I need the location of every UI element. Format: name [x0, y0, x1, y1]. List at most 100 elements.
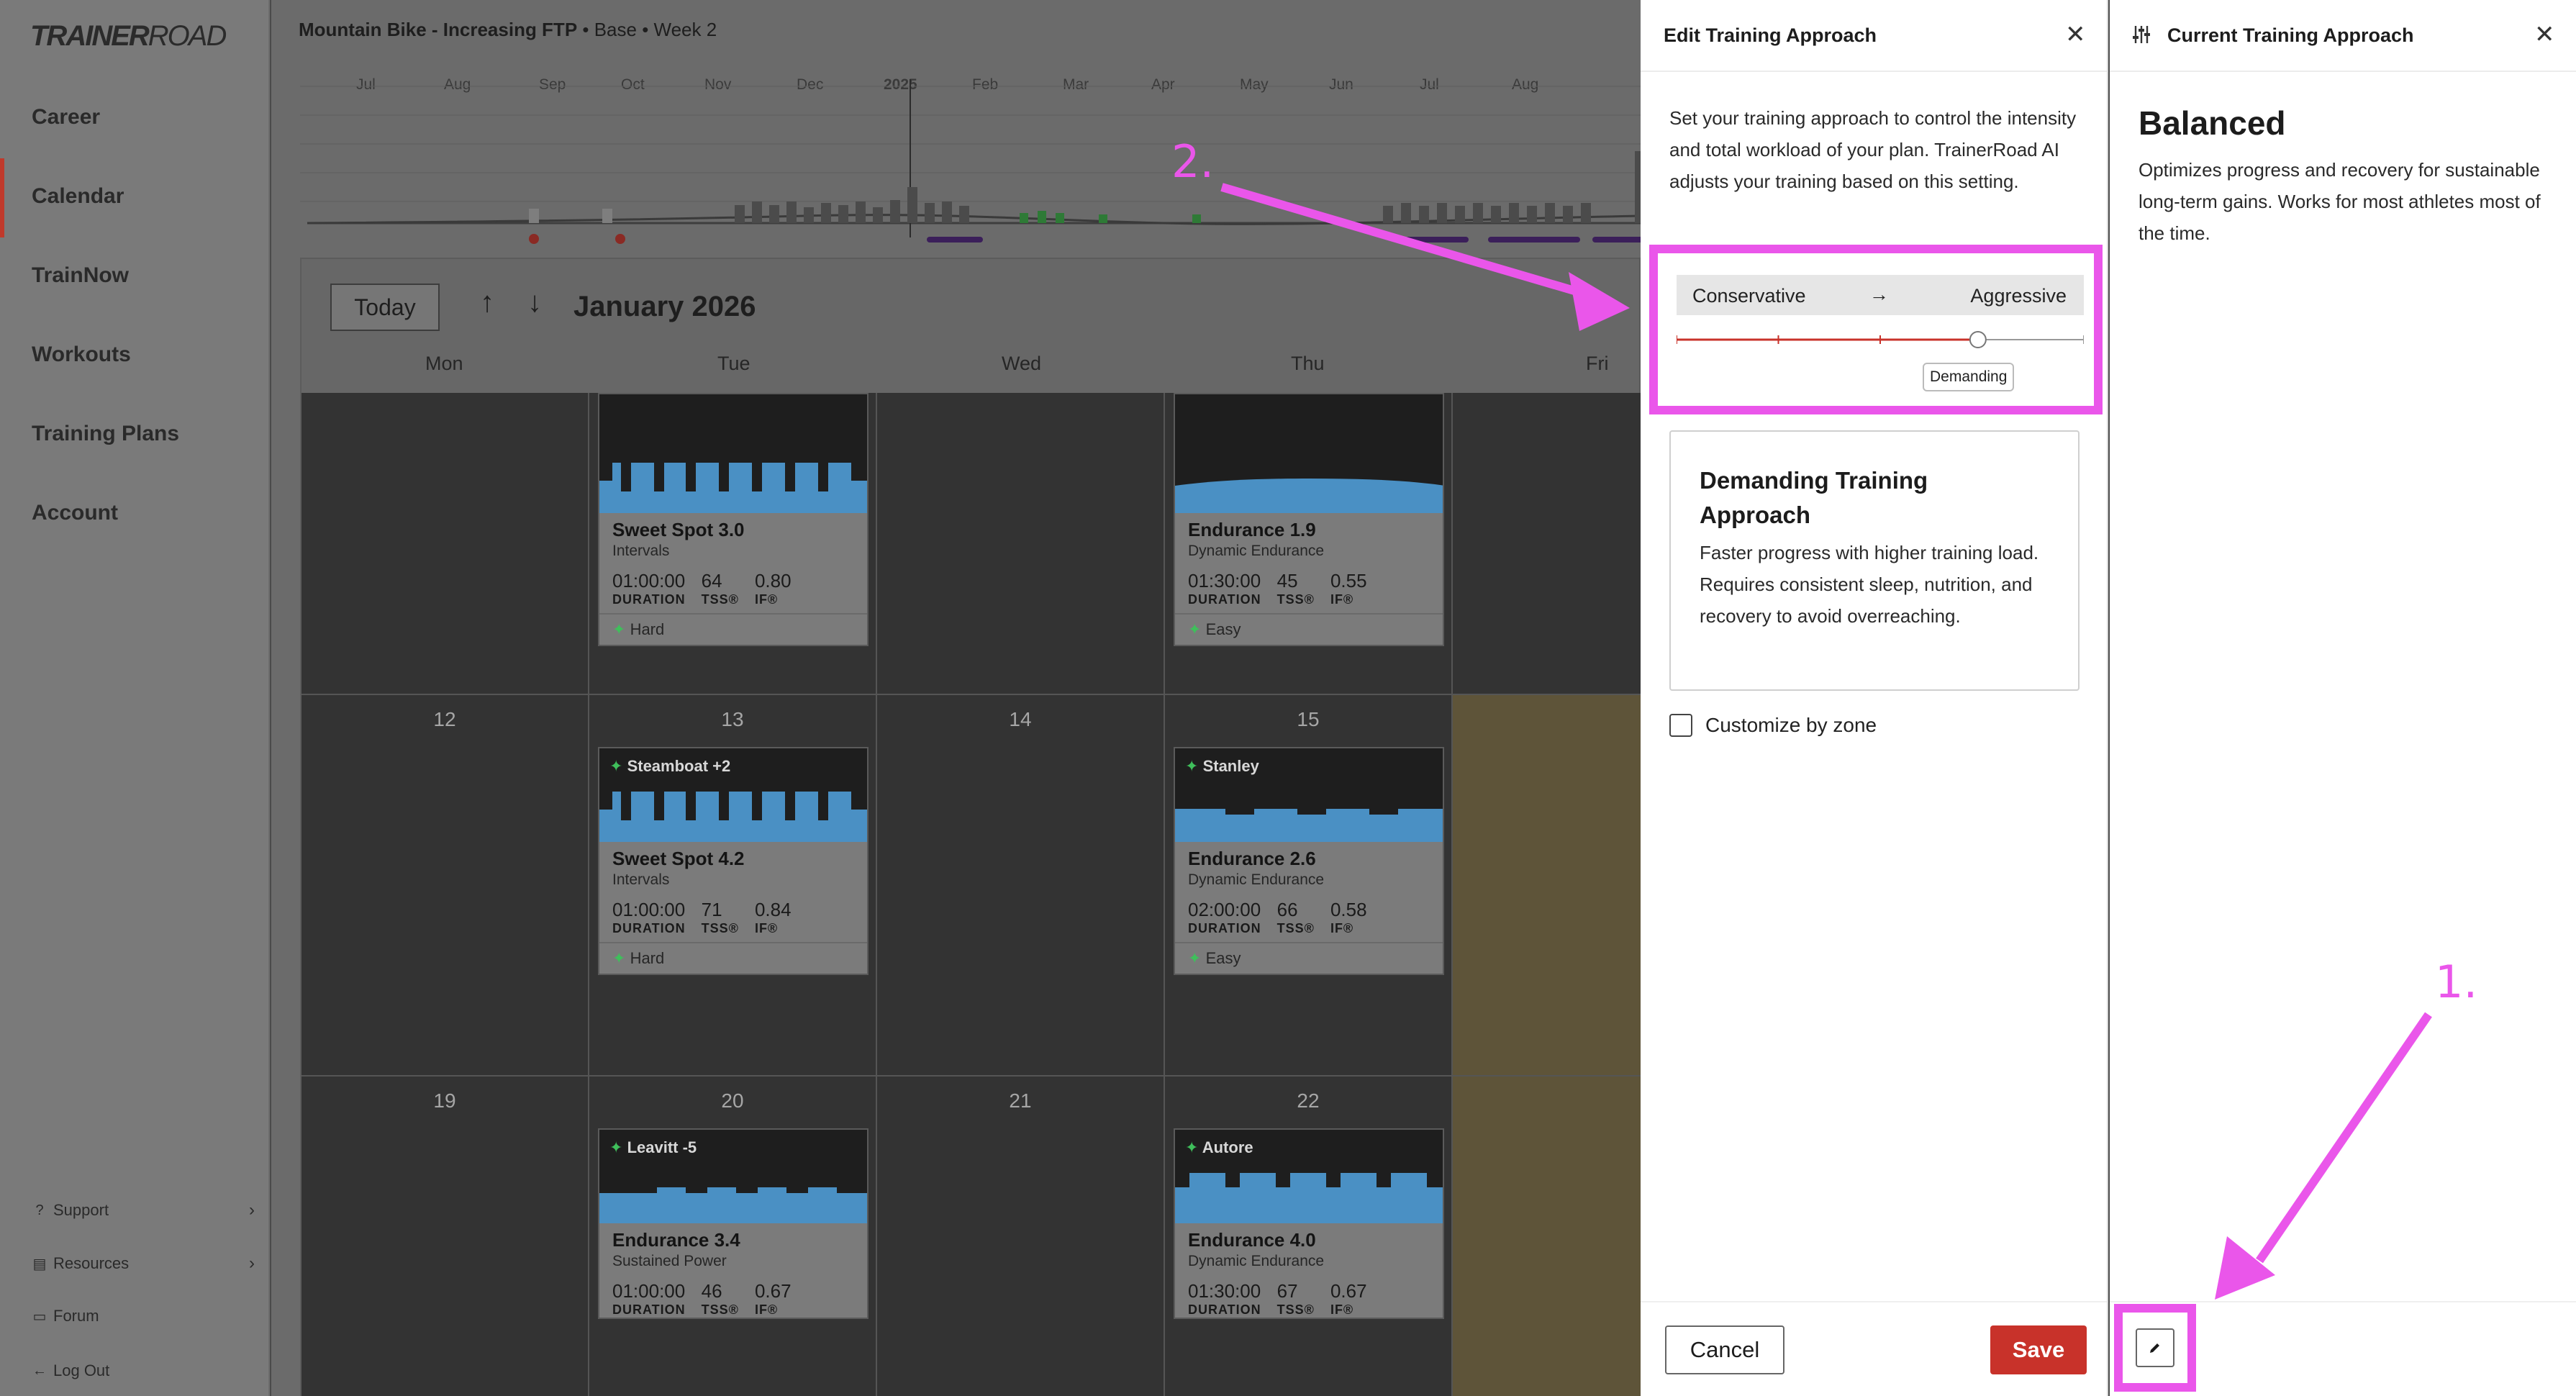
- sidebar-resources[interactable]: ▤ Resources ›: [32, 1254, 255, 1274]
- workout-profile-graph: ✦ Stanley: [1175, 748, 1443, 842]
- workout-card[interactable]: ✦ Leavitt -5 Endurance 3.4 Sustained Pow…: [598, 1128, 869, 1319]
- training-timeline[interactable]: [300, 72, 1641, 252]
- day-cell[interactable]: 12: [301, 695, 589, 1077]
- day-number: 16: [1582, 708, 1641, 731]
- day-cell[interactable]: [877, 393, 1165, 695]
- question-circle-icon: ?: [35, 1202, 44, 1218]
- tss-label: TSS®: [701, 921, 739, 935]
- day-number: 20: [721, 1089, 744, 1112]
- if-label: IF®: [1330, 1302, 1354, 1317]
- workout-card[interactable]: Endurance 1.9 Dynamic Endurance 01:30:00…: [1174, 393, 1444, 646]
- sidebar-forum[interactable]: ▭ Forum: [32, 1307, 255, 1325]
- today-button[interactable]: Today: [330, 284, 440, 331]
- cancel-button[interactable]: Cancel: [1665, 1325, 1784, 1374]
- workout-profile-graph: ✦ Leavitt -5: [599, 1130, 867, 1223]
- day-header-mon: Mon: [425, 353, 463, 374]
- chat-icon: ▭: [32, 1308, 47, 1325]
- close-icon[interactable]: ✕: [2534, 20, 2555, 49]
- day-cell[interactable]: 23: [1453, 1077, 1641, 1396]
- approach-slider-highlight: Conservative → Aggressive Demanding: [1649, 245, 2103, 414]
- difficulty-badge: ✦ Easy: [1175, 942, 1443, 974]
- tss-value: 46: [701, 1280, 722, 1302]
- day-cell[interactable]: 14: [877, 695, 1165, 1077]
- sidebar: TRAINERROAD Career Calendar TrainNow Wor…: [0, 0, 270, 1396]
- workout-card[interactable]: ✦ Steamboat +2 Sweet Spot 4.2 Intervals …: [598, 747, 869, 975]
- workout-card[interactable]: ✦ Stanley Endurance 2.6 Dynamic Enduranc…: [1174, 747, 1444, 975]
- sidebar-logout[interactable]: ← Log Out: [32, 1361, 255, 1380]
- sidebar-item-calendar[interactable]: Calendar: [32, 184, 124, 209]
- day-number: 21: [1009, 1089, 1032, 1112]
- duration-value: 01:00:00: [612, 899, 686, 920]
- pencil-icon: [2150, 1343, 2159, 1353]
- customize-by-zone-option[interactable]: Customize by zone: [1669, 714, 1877, 737]
- tss-value: 64: [701, 570, 722, 592]
- plan-title: Mountain Bike - Increasing FTP • Base • …: [299, 19, 717, 40]
- tss-label: TSS®: [701, 592, 739, 607]
- workout-name: Endurance 3.4: [612, 1229, 740, 1251]
- sidebar-item-trainnow[interactable]: TrainNow: [32, 263, 129, 288]
- if-value: 0.67: [1330, 1280, 1367, 1302]
- sidebar-item-training-plans[interactable]: Training Plans: [32, 422, 179, 446]
- duration-value: 02:00:00: [1188, 899, 1261, 920]
- sparkle-icon: ✦: [609, 1138, 623, 1156]
- day-cell[interactable]: [1453, 393, 1641, 695]
- trainerroad-logo[interactable]: TRAINERROAD: [30, 20, 227, 53]
- chevron-right-icon: ›: [249, 1254, 255, 1273]
- edit-approach-button[interactable]: [2136, 1328, 2174, 1367]
- day-number: 19: [433, 1089, 456, 1112]
- day-cell[interactable]: 19: [301, 1077, 589, 1396]
- day-number: 13: [721, 708, 744, 730]
- day-cell[interactable]: 21: [877, 1077, 1165, 1396]
- workout-type: Dynamic Endurance: [1188, 871, 1325, 888]
- sidebar-support[interactable]: ? Support ›: [32, 1200, 255, 1220]
- current-approach-name: Balanced: [2139, 104, 2286, 142]
- workout-name: Endurance 1.9: [1188, 519, 1316, 540]
- chevron-right-icon: ›: [249, 1200, 255, 1220]
- duration-value: 01:00:00: [612, 570, 686, 592]
- sparkle-icon: ✦: [612, 620, 626, 638]
- customize-checkbox[interactable]: [1669, 714, 1692, 737]
- workout-card[interactable]: ✦ Autore Endurance 4.0 Dynamic Endurance…: [1174, 1128, 1444, 1319]
- panel-title: Edit Training Approach: [1664, 24, 1877, 46]
- save-button[interactable]: Save: [1990, 1325, 2087, 1374]
- sparkle-icon: ✦: [1188, 949, 1202, 967]
- panel-footer: Cancel Save: [1641, 1301, 2107, 1396]
- edit-training-approach-panel: Edit Training Approach ✕ Set your traini…: [1641, 0, 2108, 1396]
- workout-type: Intervals: [612, 871, 670, 888]
- tss-value: 71: [701, 899, 722, 920]
- month-label: January 2026: [573, 291, 756, 322]
- duration-label: DURATION: [612, 1302, 686, 1317]
- slider-header: Conservative → Aggressive: [1677, 275, 2084, 315]
- day-number: 12: [433, 708, 456, 730]
- sidebar-item-account[interactable]: Account: [32, 501, 118, 525]
- slider-thumb[interactable]: [1969, 331, 1987, 348]
- day-header-wed: Wed: [1002, 353, 1042, 374]
- day-cell[interactable]: [301, 393, 589, 695]
- if-value: 0.55: [1330, 570, 1367, 592]
- if-value: 0.67: [754, 1280, 792, 1302]
- panel-header: Current Training Approach ✕: [2110, 0, 2576, 72]
- next-week-arrow-icon[interactable]: ↓: [527, 286, 542, 319]
- duration-label: DURATION: [612, 921, 686, 935]
- if-label: IF®: [754, 921, 779, 935]
- calendar-panel: Today ↑ ↓ January 2026 Mon Tue Wed Thu F…: [300, 258, 1641, 1396]
- prev-week-arrow-icon[interactable]: ↑: [480, 286, 494, 319]
- day-cell[interactable]: 16: [1453, 695, 1641, 1077]
- current-approach-description: Optimizes progress and recovery for sust…: [2139, 159, 2541, 244]
- sparkle-icon: ✦: [1185, 1138, 1199, 1156]
- close-icon[interactable]: ✕: [2065, 20, 2086, 49]
- calendar-grid: 12 13 14 15 16 19 20 21 22 23 Sweet Spot…: [301, 393, 1641, 1396]
- duration-value: 01:00:00: [612, 1280, 686, 1302]
- approach-slider[interactable]: [1677, 331, 2084, 348]
- workout-name: Sweet Spot 4.2: [612, 848, 745, 869]
- sidebar-item-career[interactable]: Career: [32, 105, 100, 130]
- sidebar-item-workouts[interactable]: Workouts: [32, 343, 131, 367]
- workout-card[interactable]: Sweet Spot 3.0 Intervals 01:00:00 DURATIO…: [598, 393, 869, 646]
- duration-label: DURATION: [1188, 1302, 1261, 1317]
- annotation-step-1: 1.: [2435, 956, 2478, 1008]
- tss-value: 66: [1276, 899, 1298, 920]
- duration-label: DURATION: [1188, 921, 1261, 935]
- customize-label: Customize by zone: [1705, 714, 1877, 736]
- workout-name: Endurance 2.6: [1188, 848, 1316, 869]
- tss-label: TSS®: [1276, 921, 1315, 935]
